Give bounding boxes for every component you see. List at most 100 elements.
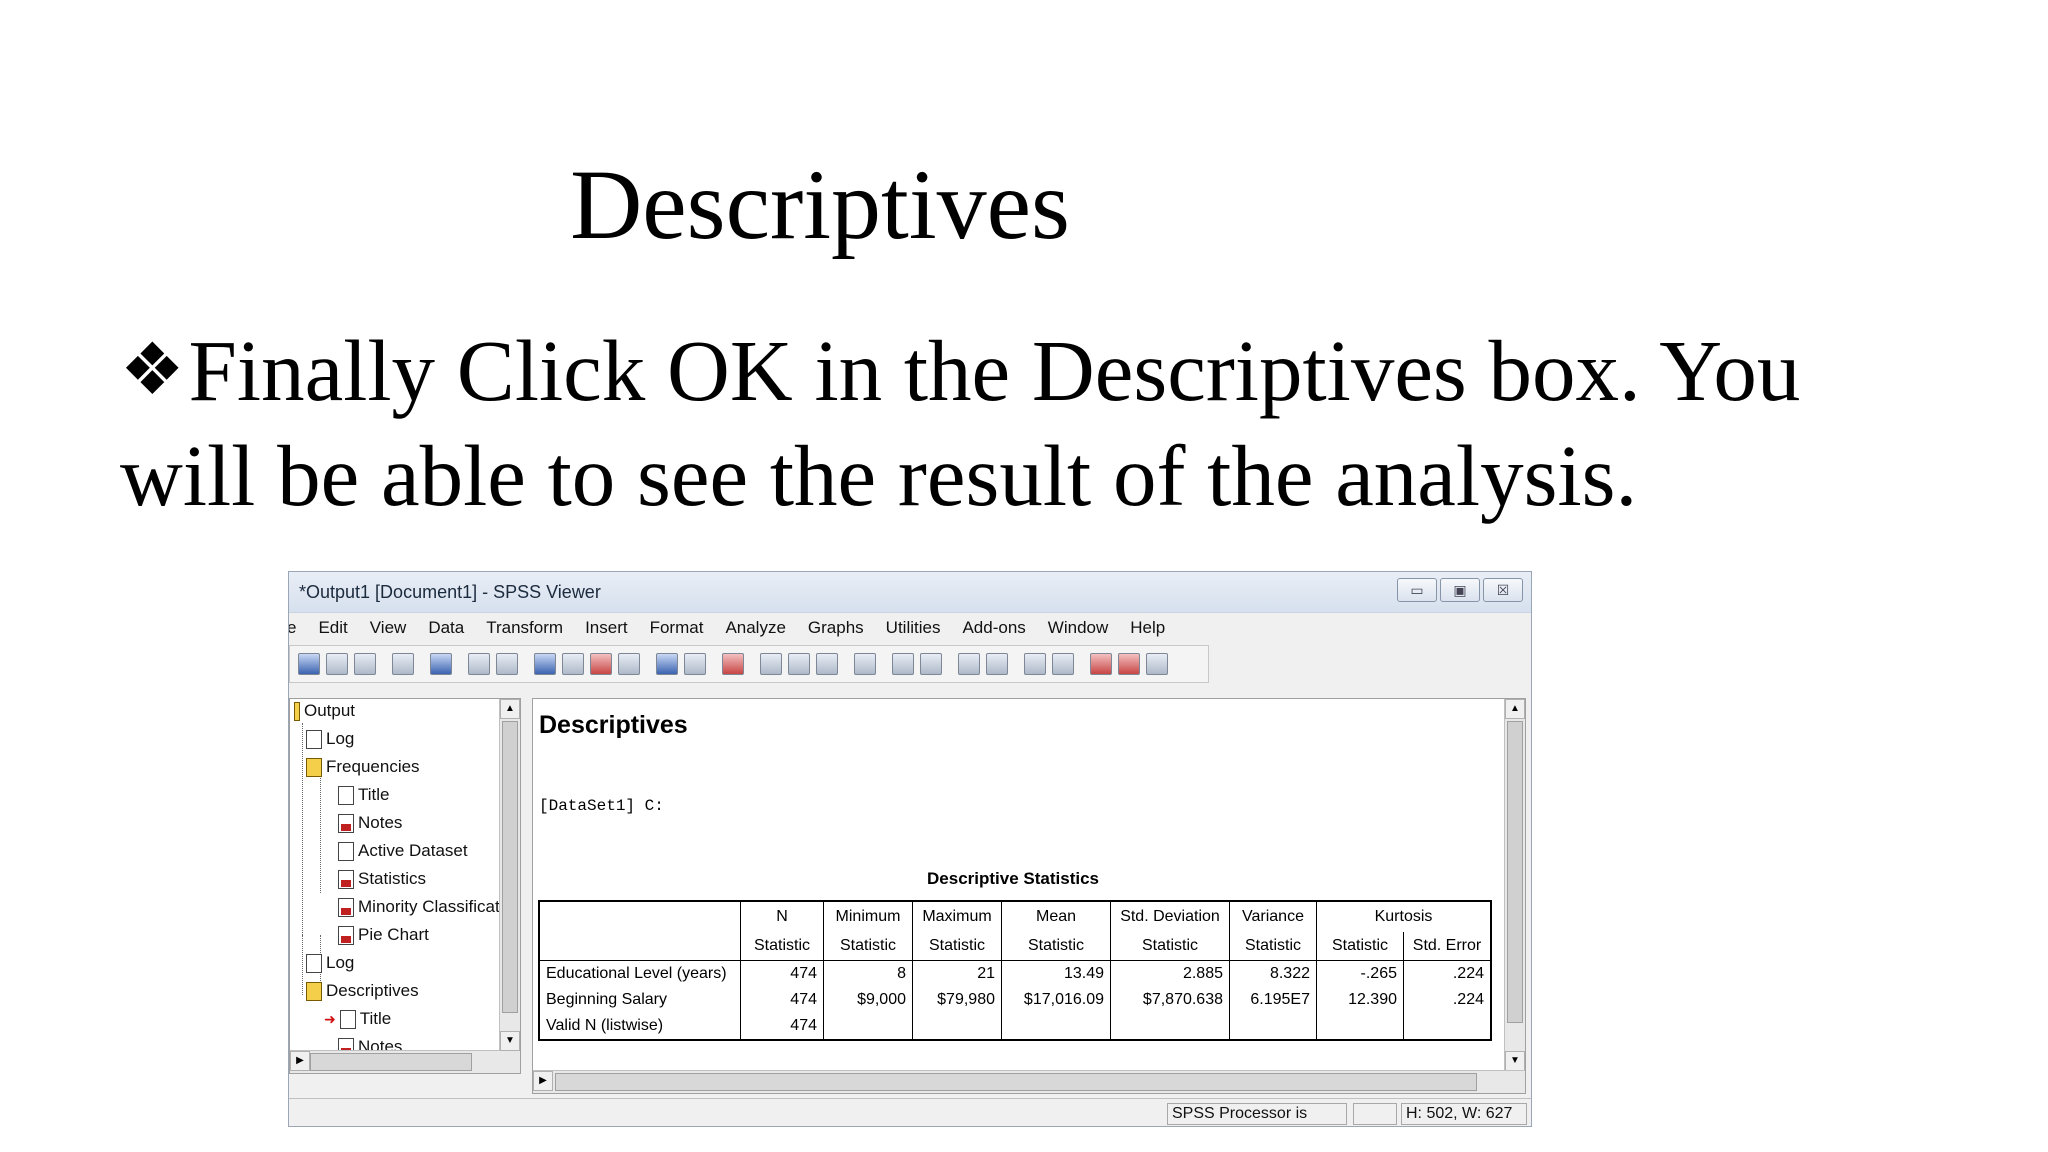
scroll-up-arrow-icon[interactable]: ▲ — [500, 699, 520, 719]
insert-text-icon[interactable] — [1090, 653, 1112, 675]
menu-insert[interactable]: Insert — [585, 618, 628, 638]
minimize-button[interactable]: ▭ — [1397, 578, 1437, 602]
scroll-down-arrow-icon[interactable]: ▼ — [500, 1031, 520, 1051]
scroll-right-arrow-icon[interactable]: ▶ — [533, 1071, 553, 1091]
table-icon — [338, 869, 354, 889]
output-outline-pane: Output Log Frequencies Title Notes Activ… — [289, 698, 521, 1074]
tree-item-frequencies[interactable]: Frequencies — [306, 757, 420, 777]
tree-item-statistics[interactable]: Statistics — [338, 869, 426, 889]
dataset-label: [DataSet1] C: — [539, 797, 664, 815]
hide-icon[interactable] — [1052, 653, 1074, 675]
outline-horizontal-scrollbar[interactable]: ▶ — [290, 1050, 500, 1073]
tree-item-title[interactable]: Title — [338, 785, 390, 805]
scroll-up-arrow-icon[interactable]: ▲ — [1505, 699, 1525, 719]
window-title: *Output1 [Document1] - SPSS Viewer — [299, 582, 601, 602]
output-heading: Descriptives — [539, 711, 688, 739]
scroll-right-arrow-icon[interactable]: ▶ — [290, 1051, 310, 1071]
insert-heading-icon[interactable] — [854, 653, 876, 675]
recall-dialog-icon[interactable] — [430, 653, 452, 675]
maximize-button[interactable]: ▣ — [1440, 578, 1480, 602]
header-kurtosis: Kurtosis — [1316, 900, 1492, 932]
slide-body-text: Finally Click OK in the Descriptives box… — [120, 322, 1801, 524]
expand-icon[interactable] — [958, 653, 980, 675]
menu-file[interactable]: e — [289, 618, 296, 638]
status-bar: SPSS Processor is ready H: 502, W: 627 p… — [289, 1098, 1531, 1126]
tree-item-log-2[interactable]: Log — [306, 953, 354, 973]
print-preview-icon[interactable] — [354, 653, 376, 675]
save-icon[interactable] — [298, 653, 320, 675]
tree-item-log[interactable]: Log — [306, 729, 354, 749]
menu-data[interactable]: Data — [428, 618, 464, 638]
book-icon — [294, 701, 300, 721]
dimensions-status: H: 502, W: 627 pt. — [1401, 1103, 1527, 1126]
menu-format[interactable]: Format — [650, 618, 704, 638]
goto-case-icon[interactable] — [562, 653, 584, 675]
content-vertical-scrollbar[interactable]: ▲ ▼ — [1504, 699, 1525, 1071]
print-icon[interactable] — [326, 653, 348, 675]
insert-page-break-icon[interactable] — [1146, 653, 1168, 675]
menu-view[interactable]: View — [370, 618, 407, 638]
menu-utilities[interactable]: Utilities — [886, 618, 941, 638]
tree-item-minority-classification[interactable]: Minority Classificati — [338, 897, 503, 917]
scroll-thumb[interactable] — [310, 1053, 472, 1071]
document-icon — [339, 1009, 356, 1029]
tree-item-active-dataset[interactable]: Active Dataset — [338, 841, 468, 861]
processor-status: SPSS Processor is ready — [1167, 1103, 1347, 1126]
outline-vertical-scrollbar[interactable]: ▲ ▼ — [499, 699, 520, 1073]
insert-title-icon[interactable] — [1118, 653, 1140, 675]
scroll-thumb[interactable] — [502, 721, 518, 1013]
table-icon — [338, 897, 354, 917]
show-icon[interactable] — [1024, 653, 1046, 675]
descriptive-statistics-table[interactable]: N Minimum Maximum Mean Std. Deviation Va… — [538, 900, 1492, 1041]
undo-icon[interactable] — [468, 653, 490, 675]
tree-item-notes[interactable]: Notes — [338, 813, 402, 833]
table-row: Educational Level (years) 474 8 21 13.49… — [538, 960, 1492, 987]
status-empty-segment — [1353, 1103, 1397, 1125]
use-sets-icon[interactable] — [656, 653, 678, 675]
close-button[interactable]: ☒ — [1483, 578, 1523, 602]
goto-data-icon[interactable] — [534, 653, 556, 675]
scroll-thumb[interactable] — [555, 1073, 1477, 1091]
export-icon[interactable] — [392, 653, 414, 675]
menu-edit[interactable]: Edit — [318, 618, 347, 638]
menu-analyze[interactable]: Analyze — [725, 618, 785, 638]
menu-bar: e Edit View Data Transform Insert Format… — [289, 613, 1531, 643]
header-std-deviation: Std. Deviation — [1110, 900, 1230, 932]
tree-item-descriptives[interactable]: Descriptives — [306, 981, 419, 1001]
collapse-icon[interactable] — [986, 653, 1008, 675]
show-all-icon[interactable] — [684, 653, 706, 675]
tree-item-pie-chart[interactable]: Pie Chart — [338, 925, 429, 945]
diamond-bullet-icon: ❖ — [120, 330, 185, 410]
scroll-thumb[interactable] — [1507, 721, 1523, 1023]
table-title: Descriptive Statistics — [927, 869, 1099, 888]
content-horizontal-scrollbar[interactable]: ◀ ▶ — [533, 1070, 1525, 1093]
goto-variable-icon[interactable] — [590, 653, 612, 675]
scroll-down-arrow-icon[interactable]: ▼ — [1505, 1051, 1525, 1071]
promote-icon[interactable] — [892, 653, 914, 675]
select-last-output-icon[interactable] — [760, 653, 782, 675]
book-icon — [306, 981, 322, 1001]
menu-add-ons[interactable]: Add-ons — [962, 618, 1025, 638]
book-icon — [306, 757, 322, 777]
menu-help[interactable]: Help — [1130, 618, 1165, 638]
header-maximum: Maximum — [912, 900, 1002, 932]
header-minimum: Minimum — [823, 900, 913, 932]
tree-item-output[interactable]: Output — [294, 701, 355, 721]
toolbar — [289, 645, 1209, 683]
output-content-pane: Descriptives [DataSet1] C: Descriptive S… — [532, 698, 1526, 1094]
variables-icon[interactable] — [618, 653, 640, 675]
create-title-icon[interactable] — [816, 653, 838, 675]
spss-viewer-window: *Output1 [Document1] - SPSS Viewer ▭ ▣ ☒… — [288, 571, 1532, 1127]
table-row: Valid N (listwise) 474 — [538, 1013, 1492, 1041]
designate-window-icon[interactable] — [722, 653, 744, 675]
redo-icon[interactable] — [496, 653, 518, 675]
arrow-right-icon: ➜ — [324, 1010, 336, 1027]
tree-item-title-2[interactable]: ➜ Title — [324, 1009, 391, 1029]
window-titlebar[interactable]: *Output1 [Document1] - SPSS Viewer ▭ ▣ ☒ — [289, 572, 1531, 613]
demote-icon[interactable] — [920, 653, 942, 675]
filter-icon[interactable] — [788, 653, 810, 675]
menu-window[interactable]: Window — [1048, 618, 1108, 638]
menu-graphs[interactable]: Graphs — [808, 618, 864, 638]
menu-transform[interactable]: Transform — [486, 618, 563, 638]
notes-icon — [338, 813, 354, 833]
